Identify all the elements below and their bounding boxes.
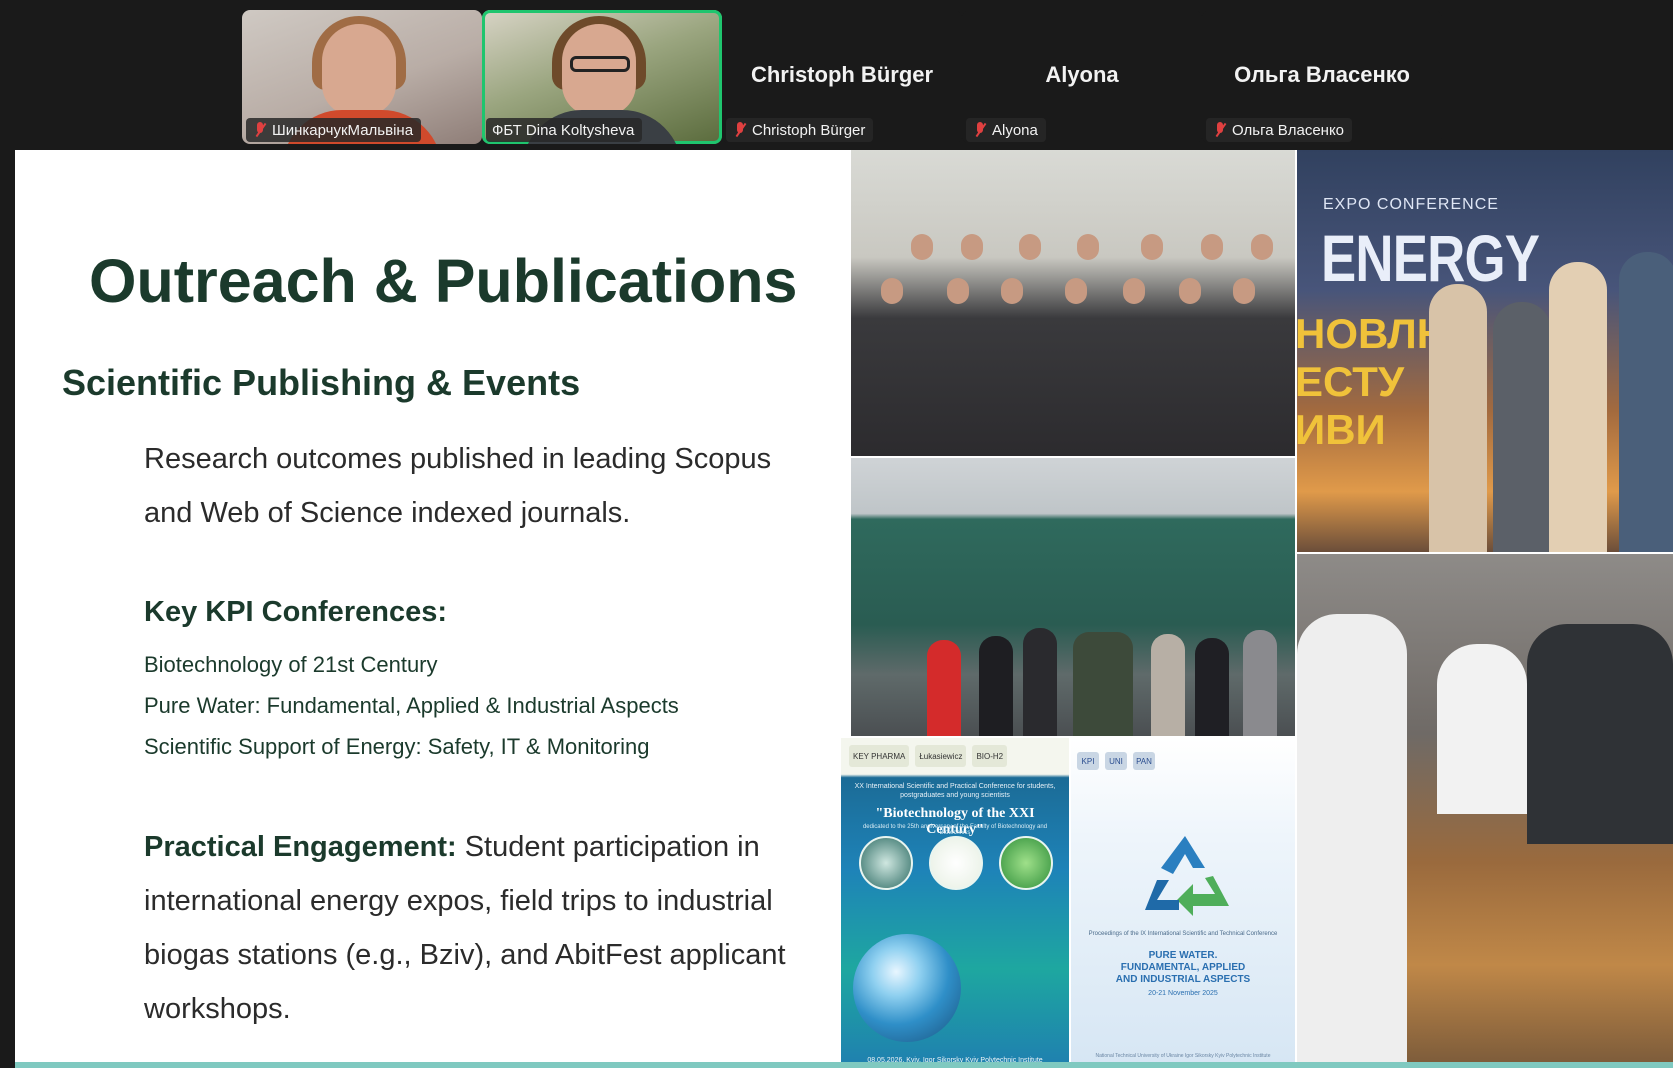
participant-tile-3[interactable]: Christoph Bürger Christoph Bürger [722, 10, 962, 144]
student-figure [1527, 624, 1673, 844]
mic-muted-icon [732, 121, 748, 139]
engagement-lead: Practical Engagement: [144, 831, 457, 863]
recycle-icon [1145, 836, 1229, 916]
shared-slide: Outreach & Publications Scientific Publi… [15, 150, 1673, 1068]
visitor-figure [1243, 630, 1277, 736]
poster-date: 20-21 November 2025 [1148, 990, 1218, 997]
participant-name: ШинкарчукМальвіна [272, 121, 414, 139]
participant-name-tag: ФБТ Dina Koltysheva [486, 118, 643, 142]
pure-water-proceedings-poster: KPI UNI PAN Proceedings of the IX Intern… [1071, 738, 1295, 1068]
audience-back-row [851, 234, 1295, 268]
visitor-figure [1023, 628, 1057, 736]
kpi-heading: Key KPI Conferences: [144, 596, 447, 628]
mic-muted-icon [252, 121, 268, 139]
participant-display-name: Alyona [1045, 62, 1119, 87]
poster-title: PURE WATER. FUNDAMENTAL, APPLIED AND IND… [1115, 950, 1251, 985]
worker-figure [1619, 252, 1673, 552]
expo-energy-label: ENERGY [1321, 221, 1540, 295]
participant-display-name: Christoph Bürger [750, 62, 934, 87]
biogas-field-trip-photo [851, 458, 1295, 736]
participant-face [322, 24, 396, 116]
expo-label: EXPO CONFERENCE [1323, 196, 1499, 213]
globe-icon [853, 934, 961, 1042]
participant-name-tag: Alyona [966, 118, 1046, 142]
conference-list: Biotechnology of 21st Century Pure Water… [144, 650, 679, 773]
participant-name-tag: Christoph Bürger [726, 118, 874, 142]
sponsor-logo: Łukasiewicz [915, 745, 967, 767]
lab-coat-figure [1437, 644, 1527, 814]
slide-subtitle: Scientific Publishing & Events [62, 362, 581, 403]
sponsor-logos: KEY PHARMA Łukasiewicz BIO-H2 [841, 738, 1069, 774]
visitor-figure [1195, 638, 1229, 736]
participant-name: Christoph Bürger [752, 121, 866, 139]
participant-tile-5[interactable]: Ольга Власенко Ольга Власенко [1202, 10, 1442, 144]
audience-front-row [851, 278, 1295, 312]
participant-name: ФБТ Dina Koltysheva [492, 121, 635, 139]
student-figure [1549, 262, 1607, 552]
research-paragraph: Research outcomes published in leading S… [144, 443, 772, 529]
poster-subtitle: dedicated to the 25th anniversary of the… [862, 824, 1048, 836]
conference-item: Scientific Support of Energy: Safety, IT… [144, 734, 650, 759]
mic-muted-icon [972, 121, 988, 139]
conference-item: Biotechnology of 21st Century [144, 652, 438, 677]
partner-logo: UNI [1105, 752, 1127, 770]
participant-tile-4[interactable]: Alyona Alyona [962, 10, 1202, 144]
sponsor-logo: BIO-H2 [972, 745, 1008, 767]
mic-muted-icon [1212, 121, 1228, 139]
participant-name-tag: Ольга Власенко [1206, 118, 1353, 142]
biotech-conference-poster: KEY PHARMA Łukasiewicz BIO-H2 XX Interna… [841, 738, 1069, 1068]
partner-logos: KPI UNI PAN [1071, 748, 1295, 774]
partner-logo: KPI [1077, 752, 1099, 770]
poster-footer: National Technical University of Ukraine… [1095, 1053, 1271, 1059]
participant-name: Ольга Власенко [1232, 121, 1345, 139]
participant-display-name: Ольга Власенко [1234, 62, 1410, 87]
participant-tile-1[interactable]: ШинкарчукМальвіна [242, 10, 482, 144]
energy-expo-photo: EXPO CONFERENCE ENERGY НОВЛЮ ЕСТУ ИВИ [1297, 150, 1673, 552]
flask-icon [999, 836, 1053, 890]
participant-strip: ШинкарчукМальвіна ФБТ Dina Koltysheva Ch… [0, 0, 1673, 148]
conference-item: Pure Water: Fundamental, Applied & Indus… [144, 693, 679, 718]
sponsor-logo: KEY PHARMA [849, 745, 910, 767]
participant-name: Alyona [992, 121, 1038, 139]
plant-icon [929, 836, 983, 890]
participant-name-tag: ШинкарчукМальвіна [246, 118, 422, 142]
petri-dish-icon [859, 836, 913, 890]
poster-intro: Proceedings of the IX International Scie… [1088, 931, 1278, 937]
visitor-figure [1073, 632, 1133, 736]
student-figure [1429, 284, 1487, 552]
slide-footer-bar [15, 1062, 1673, 1068]
visitor-figure [927, 640, 961, 736]
glasses-shape [570, 56, 630, 72]
partner-logo: PAN [1133, 752, 1155, 770]
lab-workshop-photo [1297, 554, 1673, 1068]
poster-intro: XX International Scientific and Practica… [854, 783, 1056, 799]
engagement-paragraph: Practical Engagement: Student participat… [144, 820, 804, 1036]
participant-tile-2[interactable]: ФБТ Dina Koltysheva [482, 10, 722, 144]
student-figure [1493, 302, 1551, 552]
lab-coat-figure [1297, 614, 1407, 1068]
visitor-figure [979, 636, 1013, 736]
audience-photo [851, 150, 1295, 456]
visitor-figure [1151, 634, 1185, 736]
slide-title: Outreach & Publications [89, 247, 798, 315]
